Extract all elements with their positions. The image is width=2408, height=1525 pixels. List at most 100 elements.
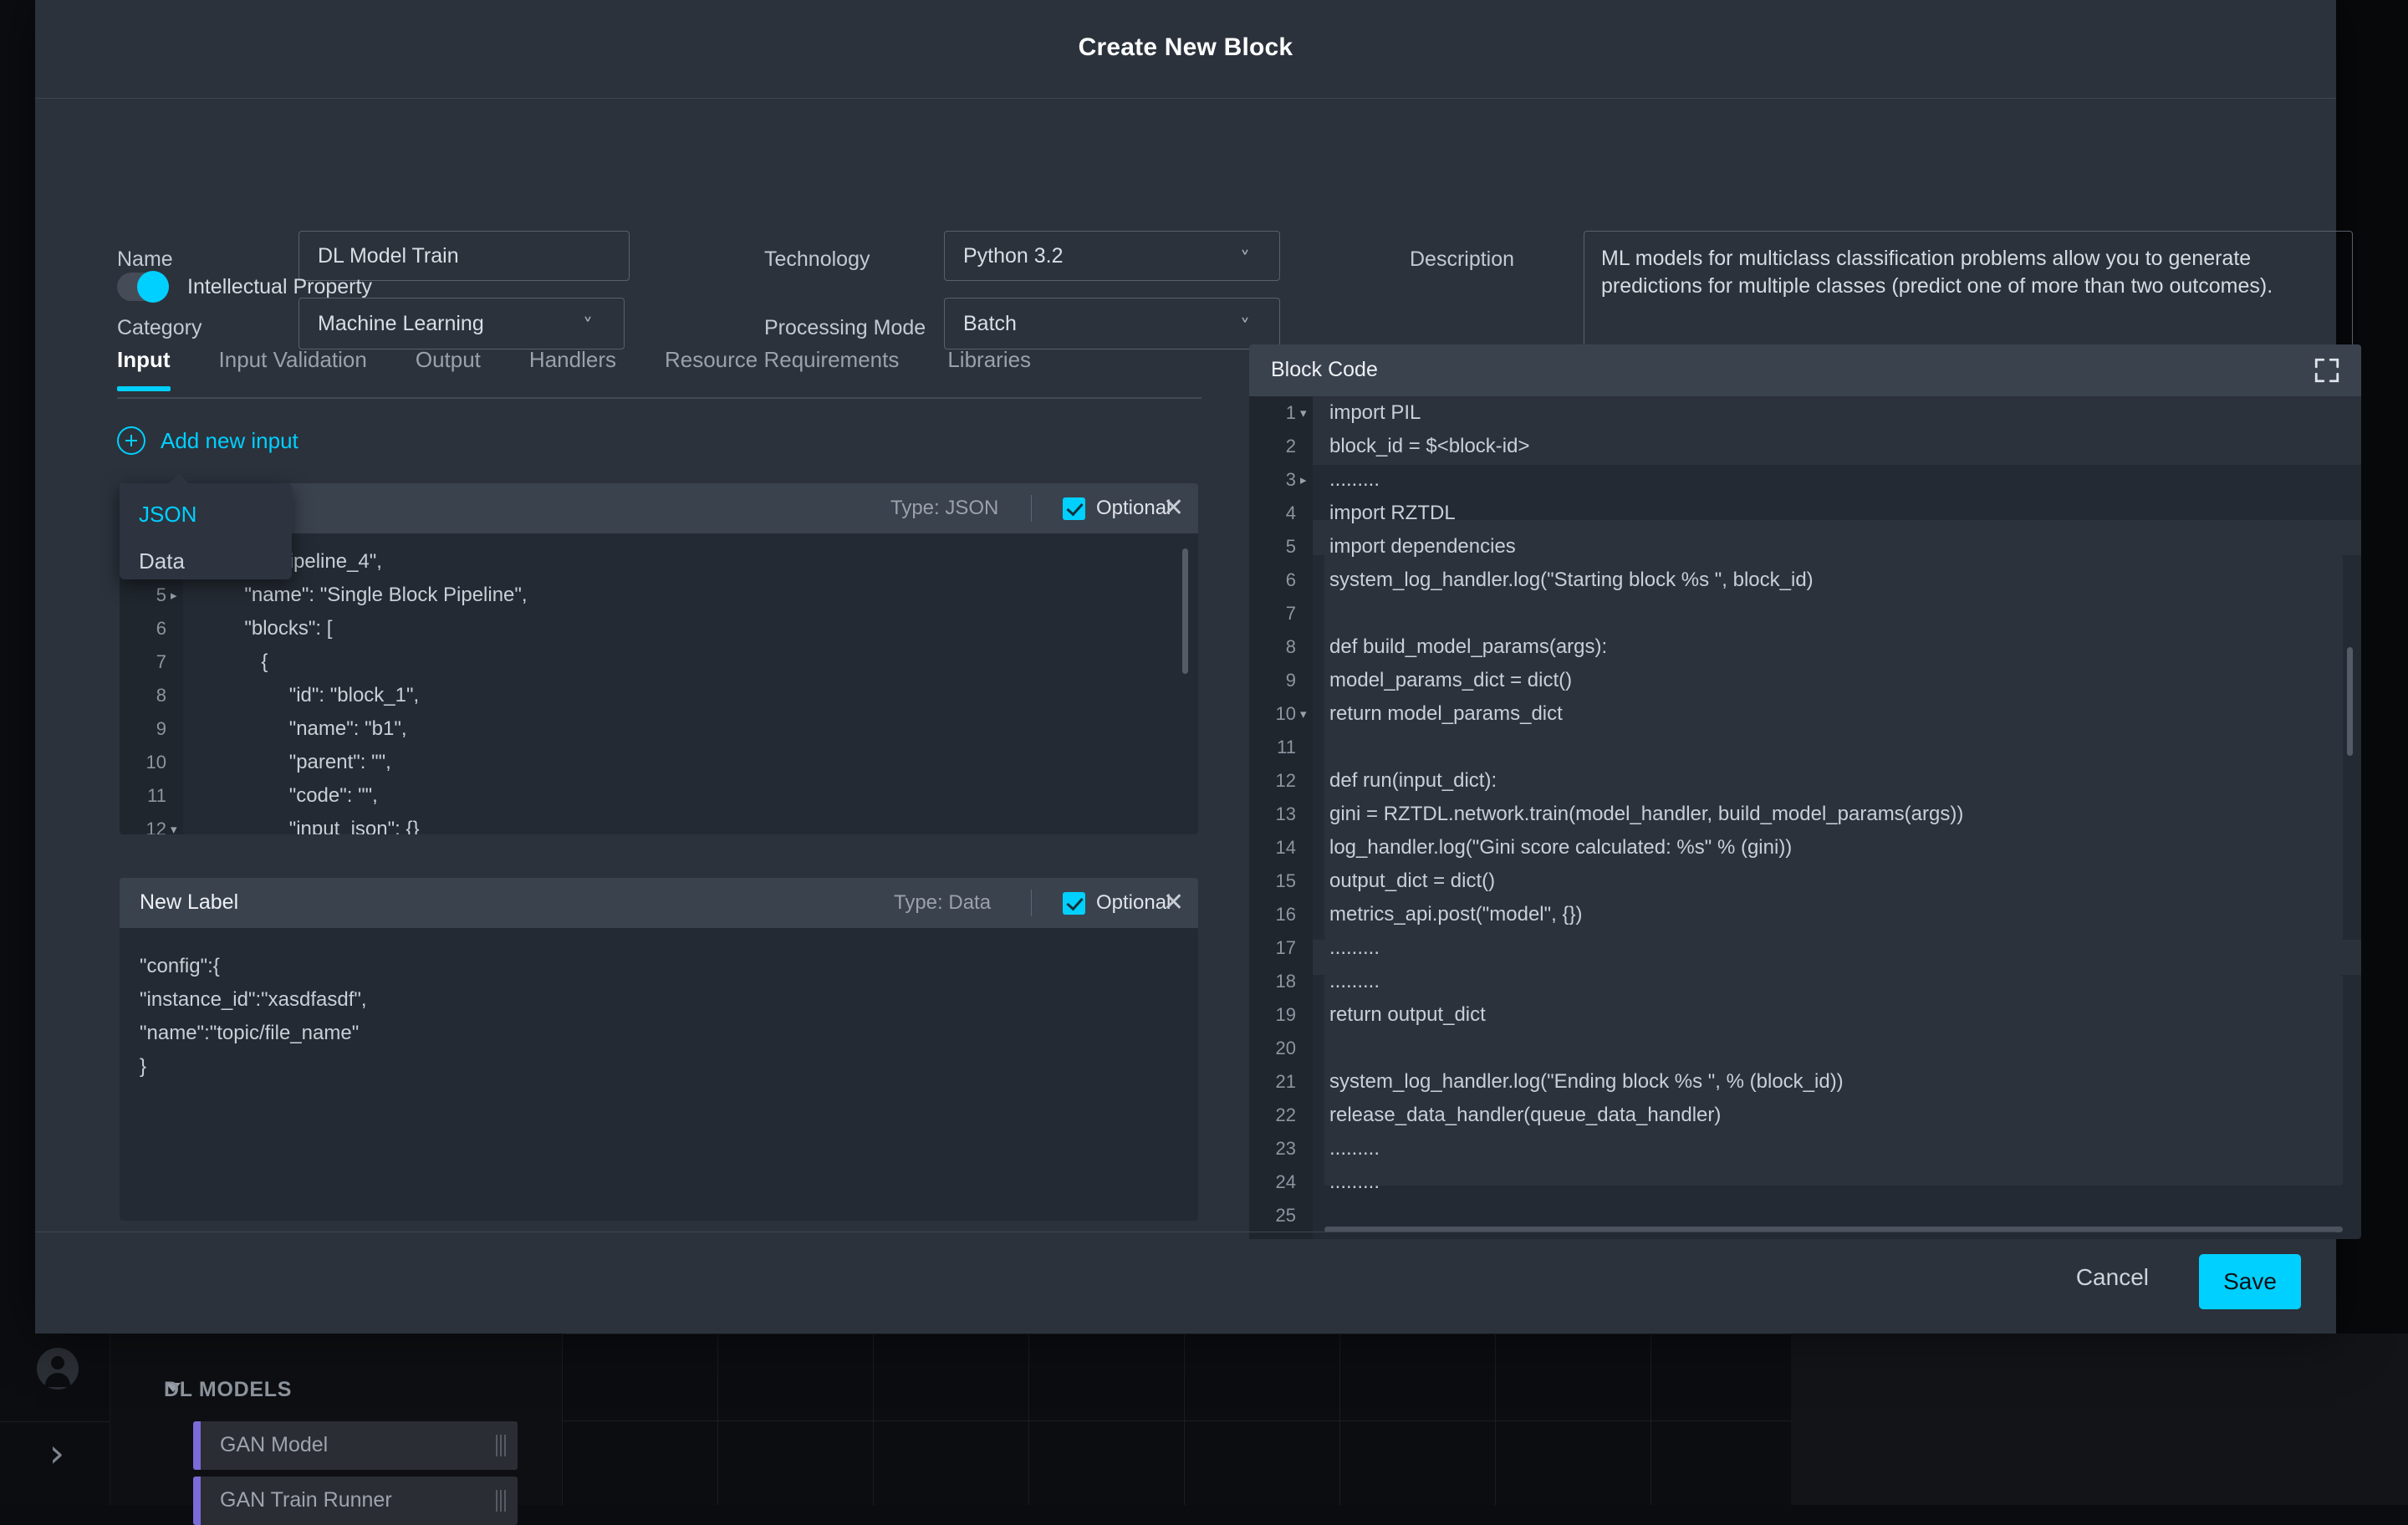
vertical-scrollbar[interactable]	[1182, 548, 1188, 674]
list-item[interactable]: GAN Model	[193, 1421, 518, 1470]
editor-line: 16metrics_api.post("model", {})	[1249, 898, 2361, 931]
optional-checkbox[interactable]	[1063, 892, 1085, 915]
line-code: "code": "",	[200, 779, 378, 813]
line-number: 6	[1249, 564, 1296, 597]
editor-line: 6 "blocks": [	[120, 612, 1198, 645]
line-number: 11	[120, 779, 166, 813]
technology-select[interactable]	[944, 231, 1280, 281]
processing-mode-select[interactable]	[944, 298, 1280, 349]
line-number: 4	[1249, 497, 1296, 530]
tab-output[interactable]: Output	[416, 347, 481, 391]
line-number: 3	[1249, 463, 1296, 497]
editor-line: 11	[1249, 731, 2361, 764]
tab-input[interactable]: Input	[117, 347, 171, 391]
tab-input-validation[interactable]: Input Validation	[219, 347, 367, 391]
line-number: 9	[120, 712, 166, 746]
divider	[1031, 495, 1032, 522]
line-number: 7	[1249, 597, 1296, 630]
data-editor[interactable]: "config":{"instance_id":"xasdfasdf","nam…	[120, 928, 1198, 1221]
add-new-input-button[interactable]: Add new input	[117, 426, 298, 455]
line-code: model_params_dict = dict()	[1329, 664, 1572, 697]
save-button[interactable]: Save	[2199, 1254, 2301, 1309]
line-code: .........	[1329, 1132, 1380, 1165]
cancel-button[interactable]: Cancel	[2076, 1264, 2149, 1291]
menu-item-data[interactable]: Data	[139, 548, 185, 574]
line-number: 7	[120, 645, 166, 679]
editor-line: 5import dependencies	[1249, 530, 2361, 564]
fold-arrow-icon[interactable]: ▸	[1300, 463, 1307, 497]
chevron-right-icon[interactable]: ›	[38, 1430, 75, 1477]
line-code: import PIL	[1329, 396, 1421, 430]
line-number: 20	[1249, 1032, 1296, 1065]
list-item[interactable]: GAN Train Runner	[193, 1477, 518, 1525]
block-code-title: Block Code	[1271, 358, 1378, 382]
line-number: 25	[1249, 1199, 1296, 1232]
line-number: 12	[1249, 764, 1296, 798]
close-icon[interactable]: ✕	[1163, 493, 1184, 523]
editor-line: 22release_data_handler(queue_data_handle…	[1249, 1099, 2361, 1132]
line-number: 19	[1249, 998, 1296, 1032]
editor-line: 18.........	[1249, 965, 2361, 998]
line-code: import RZTDL	[1329, 497, 1456, 530]
line-number: 17	[1249, 931, 1296, 965]
expand-fullscreen-icon[interactable]	[2313, 356, 2341, 385]
line-number: 6	[120, 612, 166, 645]
line-number: 9	[1249, 664, 1296, 697]
editor-line: 20	[1249, 1032, 2361, 1065]
editor-line: 17.........	[1249, 931, 2361, 965]
toggle-track[interactable]	[117, 273, 169, 301]
line-code: "name": "Single Block Pipeline",	[200, 579, 528, 612]
input-panel-data: New Label Type: Data Optional ✕ "config"…	[120, 878, 1198, 1221]
line-number: 21	[1249, 1065, 1296, 1099]
line-number: 12	[120, 813, 166, 834]
line-number: 13	[1249, 798, 1296, 831]
dialog-title-bar: Create New Block	[35, 0, 2336, 99]
line-code: import dependencies	[1329, 530, 1516, 564]
line-code: system_log_handler.log("Starting block %…	[1329, 564, 1814, 597]
fold-arrow-icon[interactable]: ▾	[1300, 396, 1307, 430]
drag-handle-icon[interactable]	[496, 1435, 506, 1456]
menu-item-json[interactable]: JSON	[139, 502, 196, 528]
add-new-input-label: Add new input	[161, 428, 298, 454]
tab-handlers[interactable]: Handlers	[529, 347, 616, 391]
category-label: Category	[117, 316, 202, 340]
editor-line: 7	[1249, 597, 2361, 630]
editor-line: 14log_handler.log("Gini score calculated…	[1249, 831, 2361, 865]
optional-label: Optional	[1096, 497, 1171, 520]
tab-resource-requirements[interactable]: Resource Requirements	[665, 347, 899, 391]
line-code: .........	[1329, 1165, 1380, 1199]
line-number: 11	[1249, 731, 1296, 764]
editor-line: 19 return output_dict	[1249, 998, 2361, 1032]
block-meta-form: Name Category ˅ Technology ˅ Processing …	[35, 99, 2336, 316]
line-code: .........	[1329, 463, 1380, 497]
close-icon[interactable]: ✕	[1163, 888, 1184, 918]
category-select[interactable]	[298, 298, 625, 349]
block-code-editor[interactable]: 1▾import PIL2block_id = $<block-id>3▸...…	[1249, 396, 2361, 1239]
avatar[interactable]	[37, 1348, 79, 1390]
description-textarea[interactable]	[1584, 231, 2353, 348]
technology-label: Technology	[764, 247, 870, 272]
editor-line: 15output_dict = dict()	[1249, 865, 2361, 898]
canvas-grid	[562, 1334, 1791, 1505]
editor-line: 1▾import PIL	[1249, 396, 2361, 430]
editor-line: 21system_log_handler.log("Ending block %…	[1249, 1065, 2361, 1099]
data-line: "name":"topic/file_name"	[140, 1017, 1178, 1050]
optional-checkbox[interactable]	[1063, 497, 1085, 520]
fold-arrow-icon[interactable]: ▸	[171, 579, 177, 612]
line-code: return output_dict	[1329, 998, 1486, 1032]
vertical-scrollbar[interactable]	[2347, 647, 2353, 756]
data-line: "config":{	[140, 950, 1178, 983]
menu-arrow	[168, 474, 190, 484]
line-number: 10	[1249, 697, 1296, 731]
list-item-label: GAN Model	[220, 1433, 328, 1457]
fold-arrow-icon[interactable]: ▾	[171, 813, 177, 834]
intellectual-property-toggle[interactable]: Intellectual Property	[117, 273, 372, 301]
page-title: Create New Block	[35, 33, 2336, 62]
description-label: Description	[1410, 247, 1514, 272]
editor-line: 8 "id": "block_1",	[120, 679, 1198, 712]
panel-title: New Label	[140, 890, 238, 915]
tab-libraries[interactable]: Libraries	[947, 347, 1031, 391]
drag-handle-icon[interactable]	[496, 1490, 506, 1512]
data-line: "instance_id":"xasdfasdf",	[140, 983, 1178, 1017]
fold-arrow-icon[interactable]: ▾	[1300, 697, 1307, 731]
